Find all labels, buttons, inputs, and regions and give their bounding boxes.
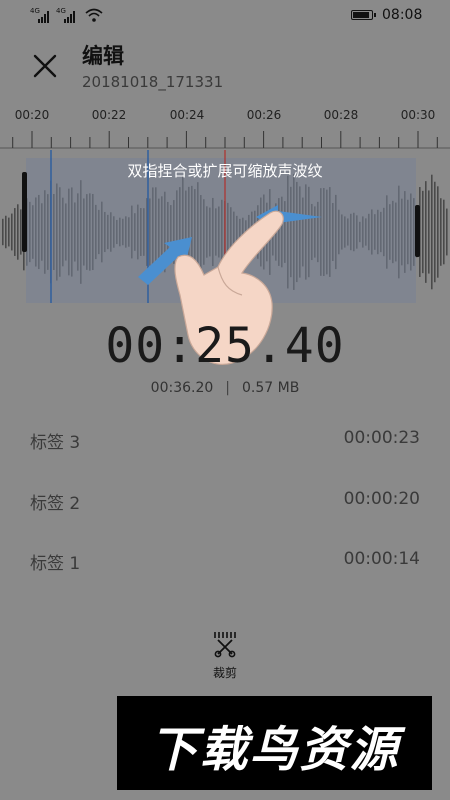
tick-label: 00:20 — [14, 108, 50, 122]
tick-label: 00:28 — [323, 108, 359, 122]
status-bar: 4G 4G 08:08 — [0, 0, 450, 32]
battery-icon — [351, 10, 376, 20]
cut-button[interactable]: 裁剪 — [200, 630, 250, 685]
file-size: 0.57 MB — [242, 380, 300, 396]
watermark: 下载鸟资源 — [117, 696, 432, 790]
tick-label: 00:26 — [246, 108, 282, 122]
list-item[interactable]: 标签 2 00:00:20 — [30, 489, 420, 519]
timeline-ruler[interactable]: 00:20 00:22 00:24 00:26 00:28 00:30 — [0, 108, 450, 152]
selection-handle-left[interactable] — [22, 172, 27, 252]
tag-time: 00:00:20 — [343, 489, 420, 509]
tick-label: 00:24 — [169, 108, 205, 122]
scissors-icon — [214, 632, 236, 658]
tag-name: 标签 1 — [30, 554, 81, 574]
tag-time: 00:00:14 — [343, 549, 420, 569]
meta-separator: | — [225, 380, 231, 396]
close-icon[interactable] — [32, 53, 58, 79]
tick-marks — [0, 131, 450, 149]
watermark-text: 下载鸟资源 — [149, 722, 400, 778]
file-name: 20181018_171331 — [82, 73, 224, 91]
zoom-hint: 双指捏合或扩展可缩放声波纹 — [127, 162, 323, 180]
tag-name: 标签 3 — [30, 433, 81, 453]
tick-label: 00:22 — [91, 108, 127, 122]
selection-handle-right[interactable] — [415, 205, 420, 257]
file-meta: 00:36.20 | 0.57 MB — [0, 380, 450, 396]
tag-time: 00:00:23 — [343, 428, 420, 448]
current-time: 00:25.40 — [105, 318, 345, 374]
wifi-icon — [85, 8, 103, 22]
list-item[interactable]: 标签 1 00:00:14 — [30, 549, 420, 579]
duration: 00:36.20 — [150, 380, 214, 396]
page-title: 编辑 — [82, 44, 124, 68]
list-item[interactable]: 标签 3 00:00:23 — [30, 428, 420, 458]
status-time: 08:08 — [382, 7, 423, 23]
tag-name: 标签 2 — [30, 494, 81, 514]
cut-label: 裁剪 — [212, 666, 237, 680]
tick-label: 00:30 — [400, 108, 436, 122]
